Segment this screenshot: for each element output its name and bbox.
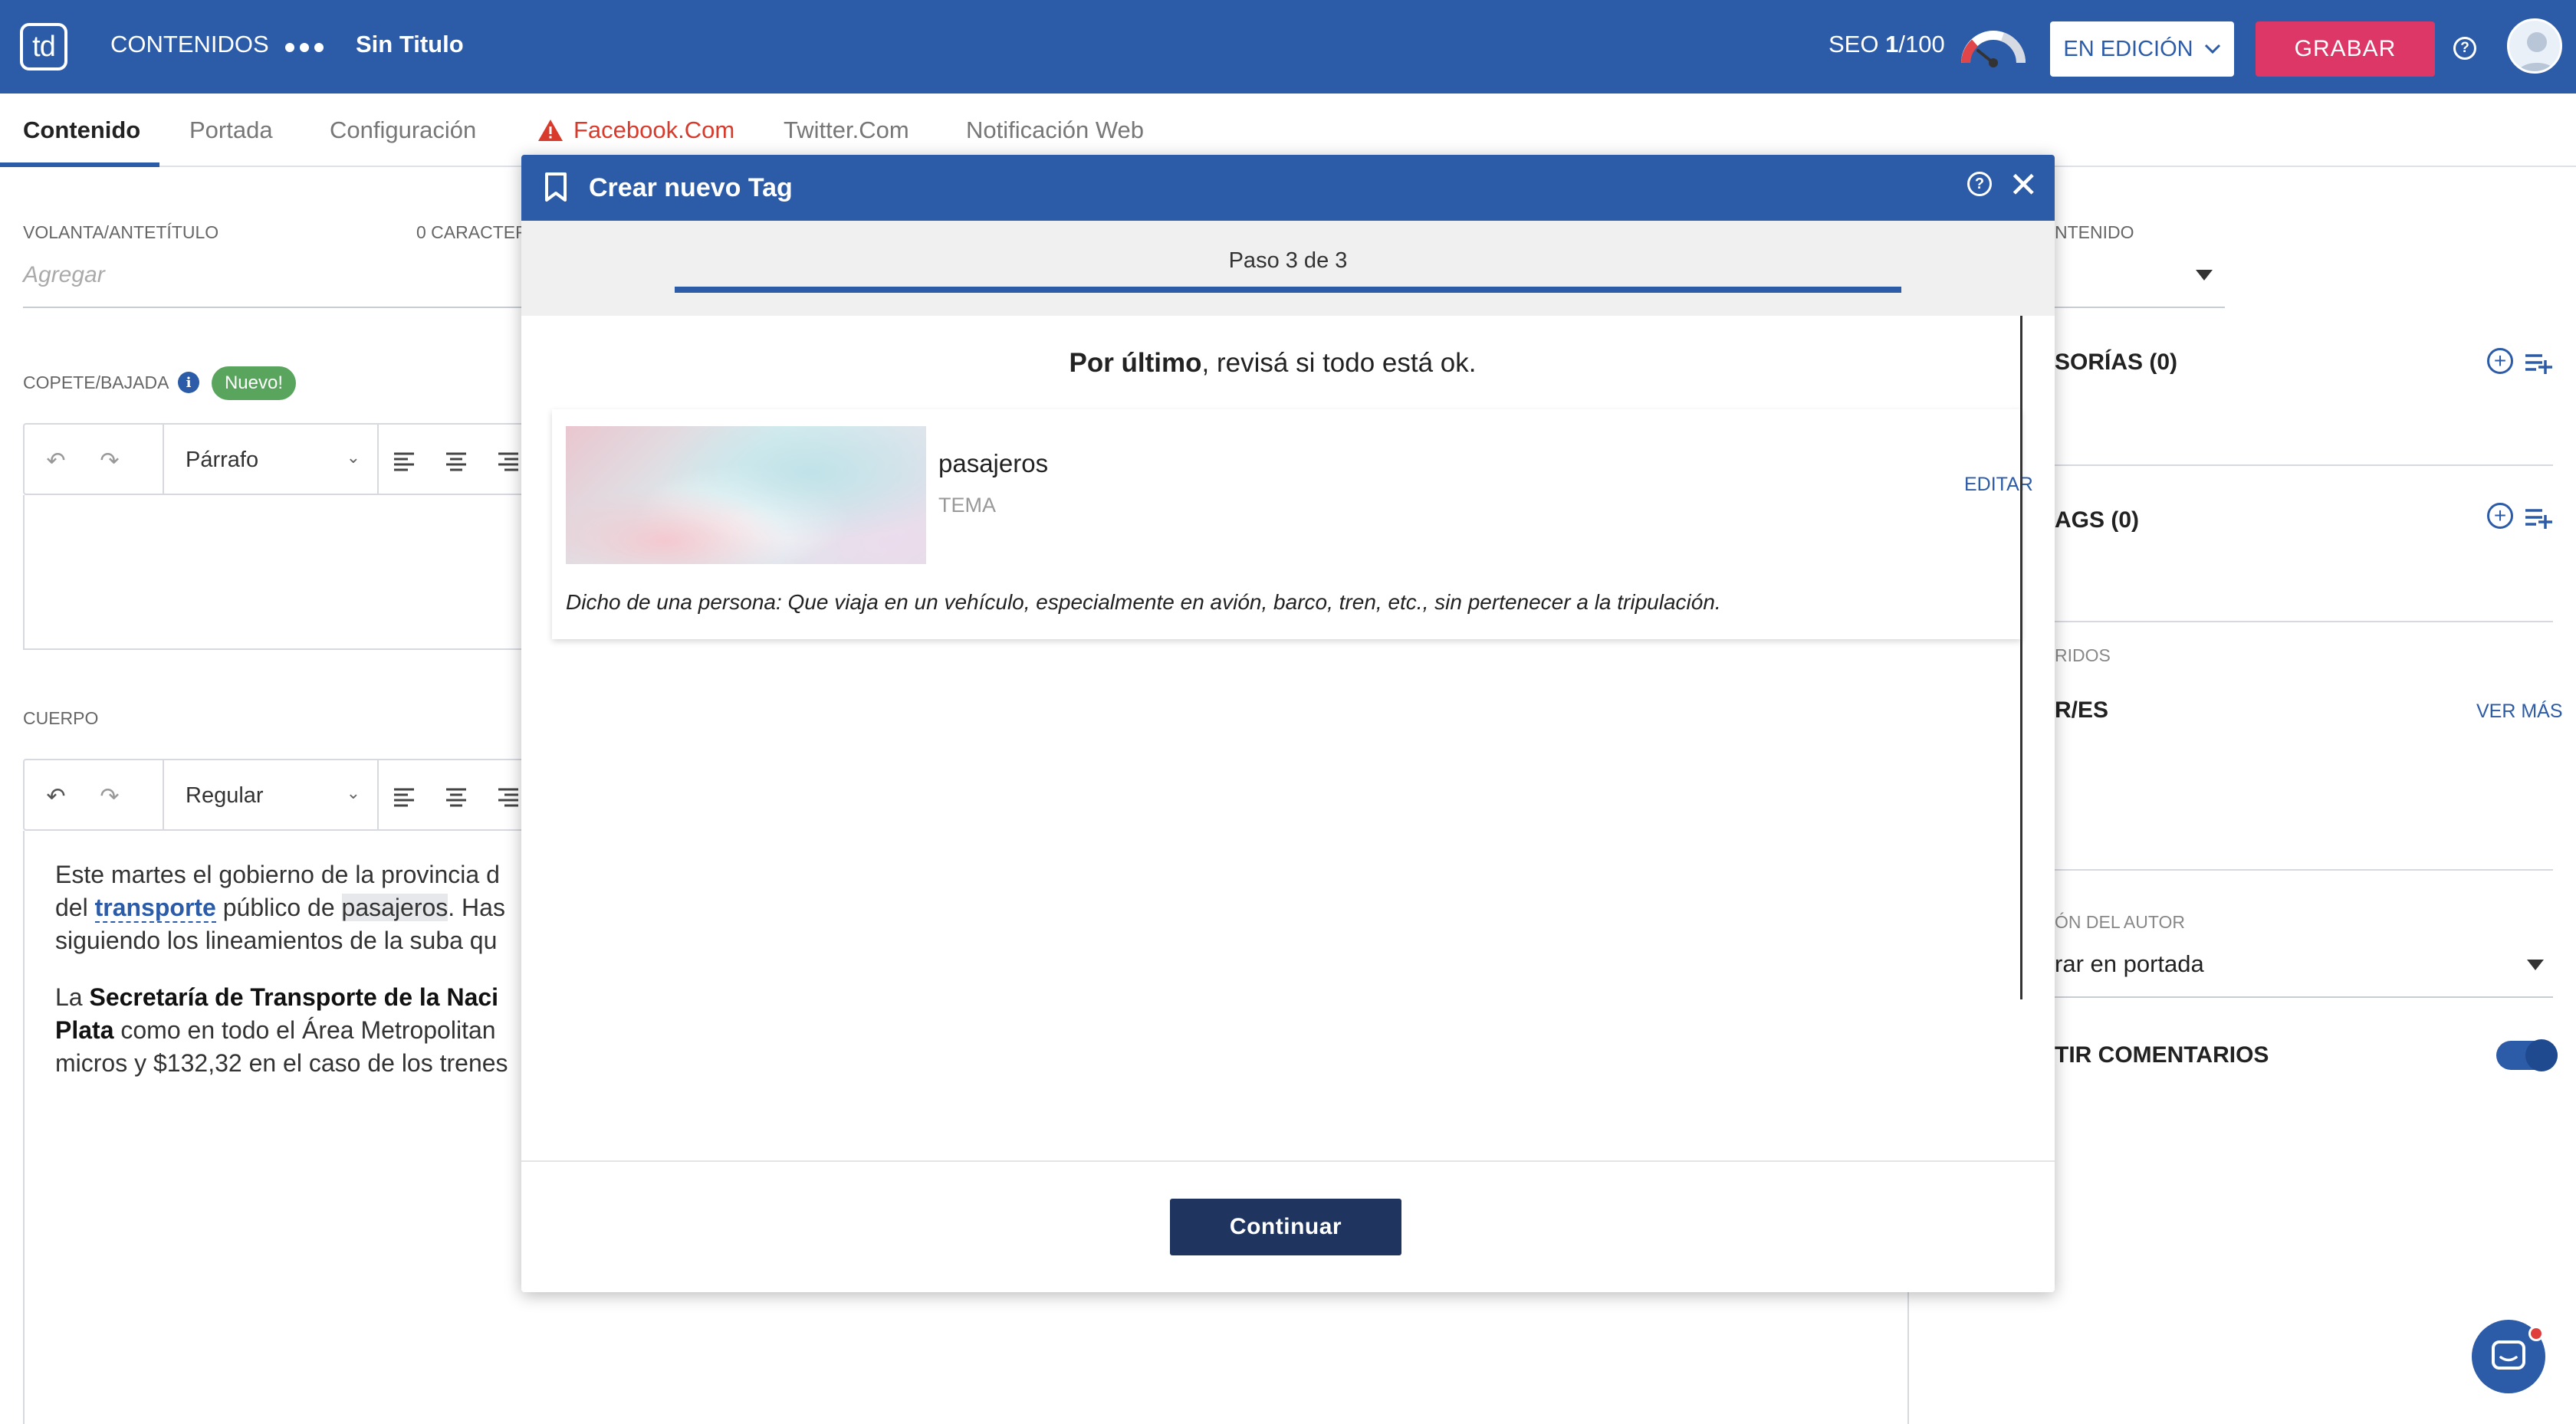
tab-facebook[interactable]: Facebook.Com bbox=[537, 116, 734, 144]
body-paragraph-2-line-1: La Secretaría de Transporte de la Naci bbox=[55, 983, 499, 1011]
author-position-label: ÓN DEL AUTOR bbox=[2055, 912, 2185, 932]
tab-configuracion[interactable]: Configuración bbox=[330, 116, 476, 144]
more-options-icon[interactable] bbox=[285, 43, 324, 52]
author-position-select[interactable]: rar en portada bbox=[2055, 950, 2204, 978]
bookmark-icon bbox=[545, 172, 567, 202]
body-paragraph-1-line-3: siguiendo los lineamientos de la suba qu bbox=[55, 927, 498, 954]
content-type-label: NTENIDO bbox=[2055, 222, 2134, 242]
redo-icon[interactable]: ↷ bbox=[97, 783, 123, 809]
warning-icon bbox=[538, 120, 563, 141]
copete-label: COPETE/BAJADA bbox=[23, 372, 169, 392]
copete-toolbar: ↶ ↷ Párrafo ⌄ bbox=[23, 423, 529, 495]
author-position-underline bbox=[2055, 996, 2553, 998]
body-paragraph-1-line-2: del transporte público de pasajeros. Has bbox=[55, 894, 505, 923]
volanta-label: VOLANTA/ANTETÍTULO bbox=[23, 222, 219, 242]
close-icon[interactable]: ✕ bbox=[2009, 167, 2039, 202]
caret-down-icon[interactable] bbox=[2527, 960, 2544, 970]
content-type-underline bbox=[2055, 307, 2225, 308]
tab-contenido[interactable]: Contenido bbox=[23, 116, 140, 144]
step-label: Paso 3 de 3 bbox=[1228, 248, 1348, 273]
tag-link-transporte[interactable]: transporte bbox=[94, 894, 216, 923]
section-label[interactable]: CONTENIDOS bbox=[110, 31, 269, 58]
add-category-icon[interactable]: + bbox=[2487, 348, 2513, 374]
help-icon[interactable]: ? bbox=[2453, 37, 2476, 60]
undo-icon[interactable]: ↶ bbox=[43, 448, 69, 474]
body-paragraph-1-line-1: Este martes el gobierno de la provincia … bbox=[55, 861, 500, 888]
user-avatar[interactable] bbox=[2507, 18, 2562, 74]
tag-summary-card: pasajeros TEMA EDITAR Dicho de una perso… bbox=[552, 409, 2033, 639]
user-icon bbox=[2518, 32, 2556, 71]
caret-down-icon[interactable] bbox=[2196, 270, 2213, 281]
step-indicator: Paso 3 de 3 bbox=[521, 221, 2055, 316]
chat-icon bbox=[2492, 1340, 2525, 1370]
seo-score[interactable]: SEO 1/100 bbox=[1829, 31, 1945, 58]
tag-description: Dicho de una persona: Que viaja en un ve… bbox=[566, 590, 1721, 614]
modal-title: Crear nuevo Tag bbox=[589, 173, 793, 202]
cuerpo-label: CUERPO bbox=[23, 708, 99, 728]
volanta-underline bbox=[23, 307, 529, 308]
chevron-down-icon: ⌄ bbox=[346, 448, 360, 467]
align-left-icon[interactable] bbox=[391, 783, 417, 809]
body-paragraph-2-line-3: micros y $132,32 en el caso de los trene… bbox=[55, 1049, 508, 1077]
suggested-label: RIDOS bbox=[2055, 645, 2111, 665]
status-dropdown[interactable]: EN EDICIÓN bbox=[2050, 21, 2234, 77]
top-bar: td CONTENIDOS Sin Titulo SEO 1/100 EN ED… bbox=[0, 0, 2576, 94]
copete-editor[interactable] bbox=[23, 495, 529, 650]
align-left-icon[interactable] bbox=[391, 448, 417, 474]
cuerpo-toolbar: ↶ ↷ Regular ⌄ bbox=[23, 759, 529, 831]
tab-portada[interactable]: Portada bbox=[189, 116, 273, 144]
authors-heading: R/ES bbox=[2055, 697, 2109, 723]
app-logo[interactable]: td bbox=[20, 23, 67, 71]
volanta-input[interactable]: Agregar bbox=[23, 262, 105, 288]
notification-dot bbox=[2528, 1326, 2544, 1341]
modal-footer-divider bbox=[521, 1160, 2055, 1162]
allow-comments-toggle[interactable] bbox=[2496, 1039, 2558, 1071]
volanta-char-count: 0 CARACTER bbox=[416, 222, 528, 242]
chevron-down-icon bbox=[2204, 44, 2220, 54]
comments-heading: TIR COMENTARIOS bbox=[2055, 1042, 2269, 1068]
add-list-icon[interactable] bbox=[2524, 349, 2555, 376]
categories-heading: SORÍAS (0) bbox=[2055, 349, 2178, 375]
modal-scrollbar[interactable] bbox=[2020, 316, 2022, 999]
undo-icon[interactable]: ↶ bbox=[43, 783, 69, 809]
modal-header: Crear nuevo Tag ? ✕ bbox=[521, 155, 2055, 221]
new-badge: Nuevo! bbox=[212, 366, 296, 400]
redo-icon[interactable]: ↷ bbox=[97, 448, 123, 474]
tag-name: pasajeros bbox=[938, 449, 1049, 477]
align-right-icon[interactable] bbox=[495, 783, 521, 809]
continue-button[interactable]: Continuar bbox=[1170, 1199, 1401, 1255]
selected-word[interactable]: pasajeros bbox=[341, 894, 449, 921]
step-progress-bar bbox=[675, 287, 1901, 293]
review-heading: Por último, revisá si todo está ok. bbox=[1069, 348, 1477, 378]
document-title: Sin Titulo bbox=[356, 31, 464, 57]
cuerpo-style-select[interactable]: Regular ⌄ bbox=[163, 760, 379, 831]
align-right-icon[interactable] bbox=[495, 448, 521, 474]
copete-style-select[interactable]: Párrafo ⌄ bbox=[163, 425, 379, 495]
active-tab-indicator bbox=[0, 162, 159, 167]
align-center-icon[interactable] bbox=[443, 783, 469, 809]
tab-notificacion-web[interactable]: Notificación Web bbox=[966, 116, 1144, 144]
create-tag-modal: Crear nuevo Tag ? ✕ Paso 3 de 3 Por últi… bbox=[521, 155, 2055, 1292]
tag-image bbox=[566, 426, 926, 564]
see-more-link[interactable]: VER MÁS bbox=[2476, 701, 2563, 723]
save-button[interactable]: GRABAR bbox=[2256, 21, 2435, 77]
add-list-icon[interactable] bbox=[2524, 504, 2555, 530]
tags-heading: AGS (0) bbox=[2055, 507, 2140, 533]
seo-gauge-icon[interactable] bbox=[1960, 23, 2027, 67]
help-icon[interactable]: ? bbox=[1967, 172, 1992, 196]
tag-type: TEMA bbox=[938, 494, 997, 517]
edit-tag-link[interactable]: EDITAR bbox=[1964, 474, 2033, 496]
body-paragraph-2-line-2: Plata como en todo el Área Metropolitan bbox=[55, 1016, 496, 1044]
add-tag-icon[interactable]: + bbox=[2487, 503, 2513, 529]
tab-twitter[interactable]: Twitter.Com bbox=[784, 116, 909, 144]
chevron-down-icon: ⌄ bbox=[346, 783, 360, 802]
align-center-icon[interactable] bbox=[443, 448, 469, 474]
info-icon[interactable]: i bbox=[178, 372, 199, 393]
